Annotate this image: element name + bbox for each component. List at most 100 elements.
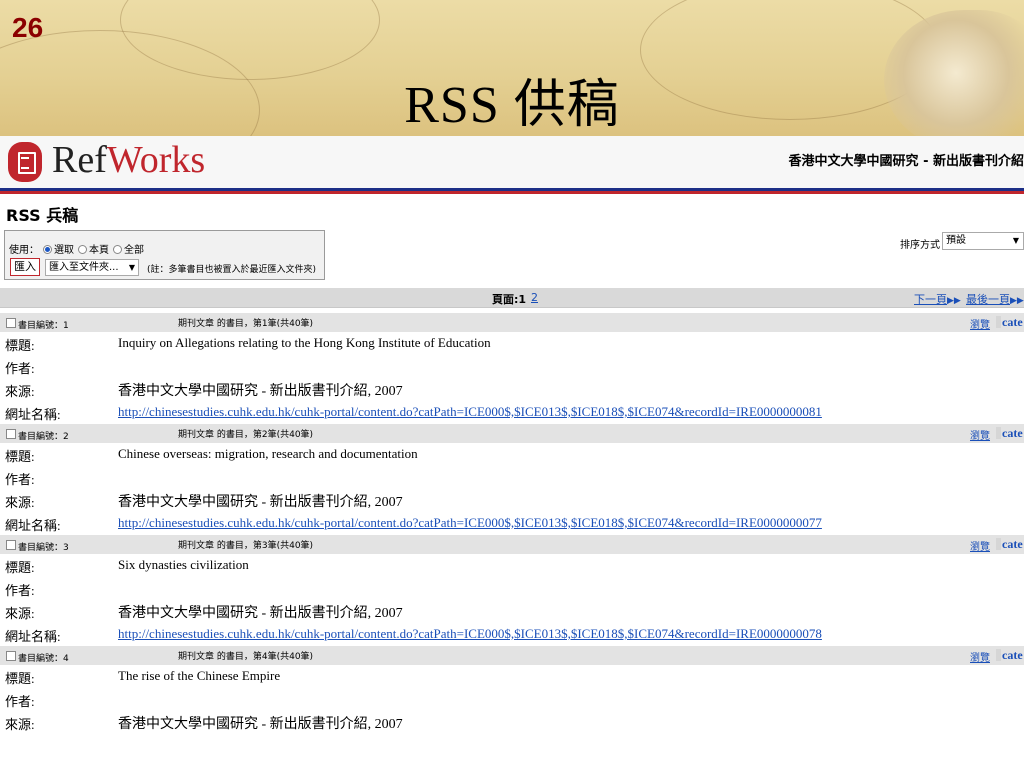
view-link[interactable]: 瀏覽 xyxy=(970,538,990,553)
field-label: 來源: xyxy=(5,717,35,732)
cate-label: cate xyxy=(1002,426,1023,440)
field-label: 標題: xyxy=(5,338,35,353)
url-link[interactable]: http://chinesestudies.cuhk.edu.hk/cuhk-p… xyxy=(118,515,822,531)
field-value: Chinese overseas: migration, research an… xyxy=(118,446,418,461)
record-field: 網址名稱: http://chinesestudies.cuhk.edu.hk/c… xyxy=(0,623,1024,646)
double-arrow-right-icon: ▶▶ xyxy=(947,296,961,306)
cate-link[interactable]: cate xyxy=(996,648,1023,663)
record-field: 來源: 香港中文大學中國研究 - 新出版書刊介紹, 2007 xyxy=(0,600,1024,623)
record-checkbox[interactable] xyxy=(6,540,16,550)
record-header: 書目編號：1 期刊文章 的書目，第1筆(共40筆) 瀏覽 cate xyxy=(0,313,1024,332)
page-2-link[interactable]: 2 xyxy=(531,291,538,304)
skip-to-end-icon: ▶▶ xyxy=(1010,296,1024,306)
view-link[interactable]: 瀏覽 xyxy=(970,427,990,442)
refworks-header: RefWorks 香港中文大學中國研究 - 新出版書刊介紹 xyxy=(0,136,1024,188)
view-link[interactable]: 瀏覽 xyxy=(970,649,990,664)
url-link[interactable]: http://chinesestudies.cuhk.edu.hk/cuhk-p… xyxy=(118,626,822,642)
sort-select[interactable]: 預設 ▼ xyxy=(942,232,1024,250)
record-field: 網址名稱: http://chinesestudies.cuhk.edu.hk/c… xyxy=(0,401,1024,424)
record-header: 書目編號：2 期刊文章 的書目，第2筆(共40筆) 瀏覽 cate xyxy=(0,424,1024,443)
record-checkbox[interactable] xyxy=(6,318,16,328)
pager-bar: 頁面:1 2 下一頁▶▶ 最後一頁▶▶ xyxy=(0,288,1024,308)
record-header: 書目編號：4 期刊文章 的書目，第4筆(共40筆) 瀏覽 cate xyxy=(0,646,1024,665)
record-info: 期刊文章 的書目，第1筆(共40筆) xyxy=(178,319,314,329)
chevron-down-icon: ▼ xyxy=(1012,236,1019,245)
help-icon xyxy=(996,427,1001,439)
slide-title: RSS 供稿 xyxy=(404,77,620,134)
next-page-link[interactable]: 下一頁▶▶ xyxy=(914,291,961,307)
radio-label-selected: 選取 xyxy=(54,245,74,256)
refworks-logo-icon xyxy=(8,142,42,182)
record-number: 書目編號：1 xyxy=(18,321,69,331)
field-label: 網址名稱: xyxy=(5,629,61,644)
field-value: Inquiry on Allegations relating to the H… xyxy=(118,335,491,350)
record-checkbox[interactable] xyxy=(6,429,16,439)
help-icon xyxy=(996,316,1001,328)
record-number: 書目編號：2 xyxy=(18,432,69,442)
radio-this-page[interactable] xyxy=(78,245,87,254)
import-note: (註：多筆書目也被置入於最近匯入文件夾) xyxy=(147,265,317,275)
view-link[interactable]: 瀏覽 xyxy=(970,316,990,331)
import-folder-select[interactable]: 匯入至文件夾... ▼ xyxy=(45,259,139,276)
chevron-down-icon: ▼ xyxy=(128,263,135,272)
field-label: 作者: xyxy=(5,361,35,376)
field-value: 香港中文大學中國研究 - 新出版書刊介紹, 2007 xyxy=(118,606,403,621)
record-field: 作者: xyxy=(0,355,1024,378)
field-label: 來源: xyxy=(5,495,35,510)
field-value: 香港中文大學中國研究 - 新出版書刊介紹, 2007 xyxy=(118,495,403,510)
header-stripe xyxy=(0,188,1024,194)
record-field: 標題: Six dynasties civilization xyxy=(0,554,1024,577)
field-label: 網址名稱: xyxy=(5,518,61,533)
import-select-value: 匯入至文件夾... xyxy=(49,262,119,273)
field-label: 標題: xyxy=(5,560,35,575)
last-page-label: 最後一頁 xyxy=(966,293,1010,306)
logo-ref-text: Ref xyxy=(52,139,107,181)
record-field: 作者: xyxy=(0,688,1024,711)
cate-link[interactable]: cate xyxy=(996,537,1023,552)
use-row: 使用： 選取 本頁 全部 xyxy=(9,241,144,256)
records-list: 書目編號：1 期刊文章 的書目，第1筆(共40筆) 瀏覽 cate 標題: Inquiry… xyxy=(0,313,1024,734)
record-field: 標題: Inquiry on Allegations relating to th… xyxy=(0,332,1024,355)
record-header: 書目編號：3 期刊文章 的書目，第3筆(共40筆) 瀏覽 cate xyxy=(0,535,1024,554)
record-field: 來源: 香港中文大學中國研究 - 新出版書刊介紹, 2007 xyxy=(0,378,1024,401)
radio-all[interactable] xyxy=(113,245,122,254)
field-value: 香港中文大學中國研究 - 新出版書刊介紹, 2007 xyxy=(118,717,403,732)
record-checkbox[interactable] xyxy=(6,651,16,661)
slide-banner: 26 RSS 供稿 xyxy=(0,0,1024,136)
record-field: 作者: xyxy=(0,577,1024,600)
cate-link[interactable]: cate xyxy=(996,426,1023,441)
sort-select-value: 預設 xyxy=(946,235,966,246)
options-panel: 使用： 選取 本頁 全部 匯入 匯入至文件夾... ▼ (註：多筆書目也被置入於最近匯入… xyxy=(4,230,325,280)
field-label: 標題: xyxy=(5,671,35,686)
sort-label: 排序方式 xyxy=(900,240,940,251)
record-field: 來源: 香港中文大學中國研究 - 新出版書刊介紹, 2007 xyxy=(0,489,1024,512)
last-page-link[interactable]: 最後一頁▶▶ xyxy=(966,291,1024,307)
section-title: RSS 兵稿 xyxy=(6,206,79,225)
refworks-logo[interactable]: RefWorks xyxy=(52,138,205,182)
field-label: 作者: xyxy=(5,472,35,487)
record-field: 作者: xyxy=(0,466,1024,489)
field-value: Six dynasties civilization xyxy=(118,557,249,572)
record-field: 網址名稱: http://chinesestudies.cuhk.edu.hk/c… xyxy=(0,512,1024,535)
field-label: 來源: xyxy=(5,384,35,399)
slide-number: 26 xyxy=(12,12,44,43)
field-value: 香港中文大學中國研究 - 新出版書刊介紹, 2007 xyxy=(118,384,403,399)
logo-works-text: Works xyxy=(106,139,206,181)
radio-label-page: 本頁 xyxy=(89,245,109,256)
cate-label: cate xyxy=(1002,648,1023,662)
radio-selected-records[interactable] xyxy=(43,245,52,254)
org-title: 香港中文大學中國研究 - 新出版書刊介紹 xyxy=(788,154,1024,169)
cate-label: cate xyxy=(1002,315,1023,329)
radio-label-all: 全部 xyxy=(124,245,144,256)
import-button[interactable]: 匯入 xyxy=(10,258,40,276)
field-label: 網址名稱: xyxy=(5,407,61,422)
url-link[interactable]: http://chinesestudies.cuhk.edu.hk/cuhk-p… xyxy=(118,404,822,420)
cate-link[interactable]: cate xyxy=(996,315,1023,330)
record-field: 標題: Chinese overseas: migration, research… xyxy=(0,443,1024,466)
record-number: 書目編號：4 xyxy=(18,654,69,664)
field-label: 來源: xyxy=(5,606,35,621)
record-field: 標題: The rise of the Chinese Empire xyxy=(0,665,1024,688)
help-icon xyxy=(996,649,1001,661)
field-label: 作者: xyxy=(5,583,35,598)
record-info: 期刊文章 的書目，第4筆(共40筆) xyxy=(178,652,314,662)
